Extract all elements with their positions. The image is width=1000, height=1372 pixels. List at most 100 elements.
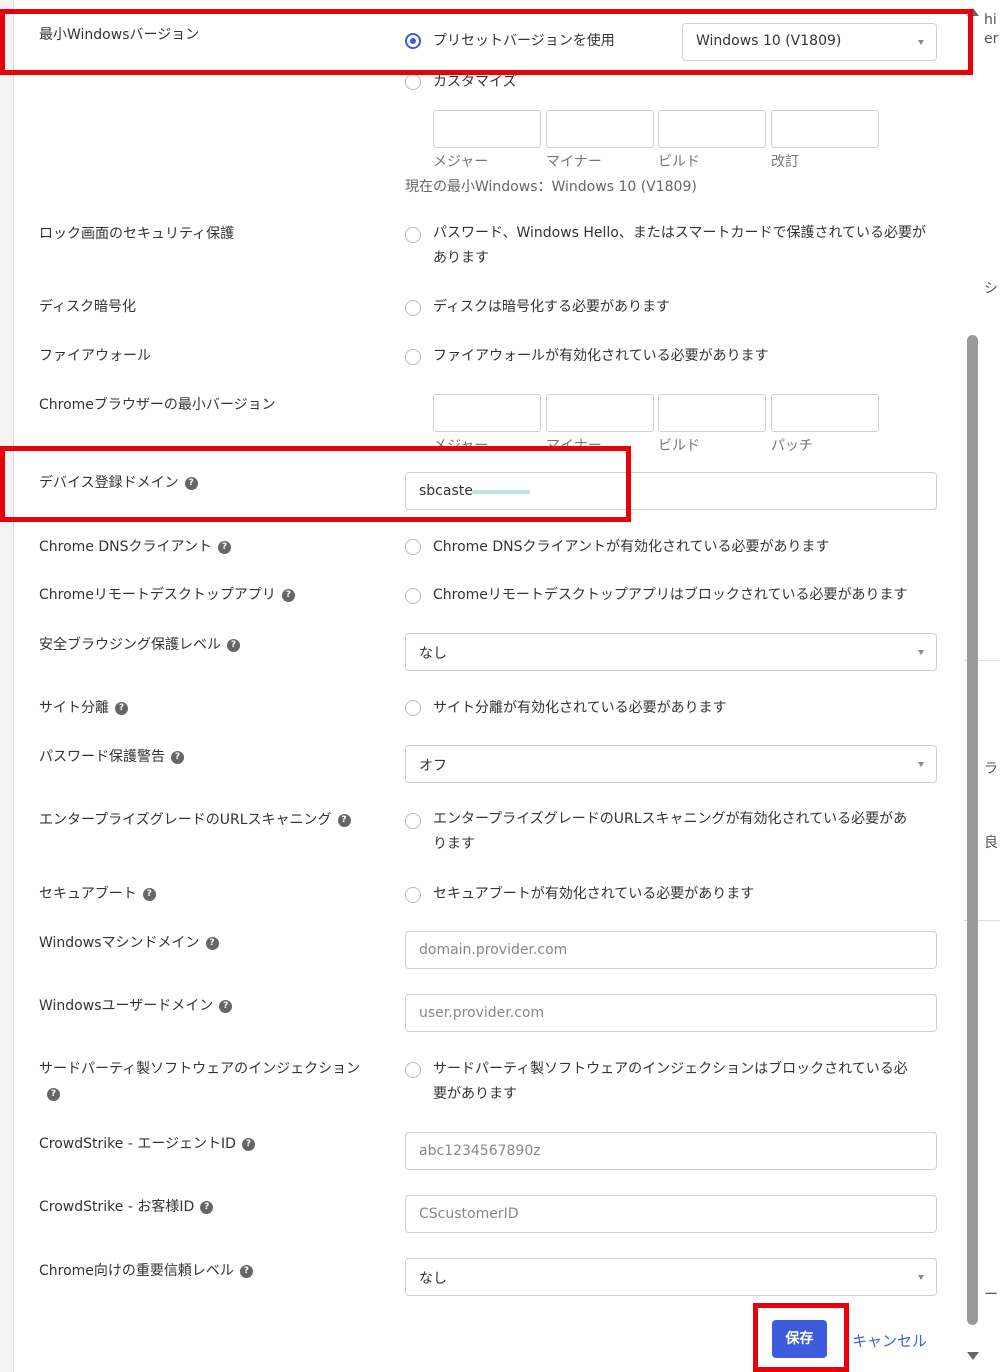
safe-browsing-select[interactable]: なし	[405, 633, 937, 671]
windows-minor-input[interactable]	[546, 110, 654, 148]
safe-browsing-label: 安全ブラウジング保護レベル?	[39, 635, 240, 655]
background-text: er	[984, 31, 999, 47]
password-warning-label: パスワード保護警告?	[39, 747, 184, 767]
help-icon[interactable]: ?	[205, 936, 219, 950]
disk-encryption-checkbox[interactable]	[405, 300, 421, 316]
help-icon[interactable]: ?	[241, 1137, 255, 1151]
third-party-label: サードパーティ製ソフトウェアのインジェクション?	[39, 1057, 379, 1107]
chrome-remote-label-text: Chromeリモートデスクトップアプリ	[39, 587, 276, 603]
password-warning-select[interactable]: オフ	[405, 745, 937, 783]
site-isolation-label-text: サイト分離	[39, 700, 109, 716]
win-machine-domain-label: Windowsマシンドメイン?	[39, 933, 219, 953]
customize-label: カスタマイズ	[433, 74, 517, 90]
background-text: ラ	[984, 761, 998, 777]
windows-build-input[interactable]	[658, 110, 766, 148]
third-party-label-text: サードパーティ製ソフトウェアのインジェクション	[39, 1061, 361, 1077]
help-icon[interactable]: ?	[171, 750, 184, 764]
cs-agent-input[interactable]: abc1234567890z	[405, 1132, 937, 1170]
patch-caption: パッチ	[771, 438, 813, 454]
secure-boot-checkbox[interactable]	[405, 887, 421, 903]
win-user-domain-label-text: Windowsユーザードメイン	[39, 998, 214, 1014]
chrome-remote-label: Chromeリモートデスクトップアプリ?	[39, 585, 295, 605]
help-icon[interactable]: ?	[239, 1264, 253, 1278]
cs-agent-label-text: CrowdStrike - エージェントID	[39, 1136, 236, 1152]
lock-screen-option: パスワード、Windows Hello、またはスマートカードで保護されている必要…	[433, 225, 927, 266]
scroll-down-arrow-icon[interactable]	[967, 1352, 979, 1360]
win-machine-domain-label-text: Windowsマシンドメイン	[39, 935, 200, 951]
chevron-down-icon	[918, 762, 924, 767]
help-icon[interactable]: ?	[142, 887, 156, 901]
background-text: ー	[984, 1287, 998, 1303]
windows-revision-input[interactable]	[771, 110, 879, 148]
chrome-trust-select[interactable]: なし	[405, 1258, 937, 1296]
win-machine-domain-input[interactable]: domain.provider.com	[405, 931, 937, 969]
help-icon[interactable]: ?	[217, 540, 231, 554]
background-text: シ	[984, 281, 998, 297]
site-isolation-label: サイト分離?	[39, 698, 128, 718]
help-icon[interactable]: ?	[281, 588, 295, 602]
safe-browsing-value: なし	[419, 646, 447, 662]
chevron-down-icon	[918, 650, 924, 655]
minor-caption: マイナー	[546, 154, 602, 170]
chrome-remote-checkbox[interactable]	[405, 588, 421, 604]
highlight-save-button	[753, 1303, 849, 1372]
third-party-checkbox[interactable]	[405, 1062, 421, 1078]
enterprise-url-checkbox[interactable]	[405, 813, 421, 829]
windows-major-input[interactable]	[433, 110, 541, 148]
cancel-button[interactable]: キャンセル	[852, 1330, 927, 1351]
cs-agent-placeholder: abc1234567890z	[419, 1143, 541, 1159]
secure-boot-option: セキュアブートが有効化されている必要があります	[433, 886, 755, 902]
current-min-windows: 現在の最小Windows：Windows 10 (V1809)	[405, 179, 697, 195]
chrome-build-input[interactable]	[658, 394, 766, 432]
revision-caption: 改訂	[771, 154, 799, 170]
help-icon[interactable]: ?	[337, 813, 351, 827]
firewall-checkbox[interactable]	[405, 349, 421, 365]
safe-browsing-label-text: 安全ブラウジング保護レベル	[39, 637, 221, 653]
password-warning-value: オフ	[419, 758, 447, 774]
disk-encryption-option: ディスクは暗号化する必要があります	[433, 299, 671, 315]
help-icon[interactable]: ?	[219, 999, 233, 1013]
chrome-minor-input[interactable]	[546, 394, 654, 432]
site-isolation-option: サイト分離が有効化されている必要があります	[433, 700, 727, 716]
chrome-patch-input[interactable]	[771, 394, 879, 432]
help-icon[interactable]: ?	[200, 1200, 214, 1214]
chrome-dns-label: Chrome DNSクライアント?	[39, 537, 231, 557]
chrome-remote-option: Chromeリモートデスクトップアプリはブロックされている必要があります	[433, 587, 908, 603]
chrome-trust-label-text: Chrome向けの重要信頼レベル	[39, 1263, 234, 1279]
site-isolation-checkbox[interactable]	[405, 700, 421, 716]
enterprise-url-label: エンタープライズグレードのURLスキャニング?	[39, 810, 351, 830]
build-caption: ビルド	[658, 438, 700, 454]
help-icon[interactable]: ?	[227, 638, 240, 652]
password-warning-label-text: パスワード保護警告	[39, 749, 165, 765]
firewall-option: ファイアウォールが有効化されている必要があります	[433, 348, 769, 364]
secure-boot-label-text: セキュアブート	[39, 886, 137, 902]
highlight-device-domain	[0, 446, 631, 522]
cs-customer-label-text: CrowdStrike - お客様ID	[39, 1199, 195, 1215]
help-icon[interactable]: ?	[47, 1087, 60, 1101]
highlight-min-windows	[0, 9, 973, 75]
disk-encryption-label: ディスク暗号化	[39, 299, 137, 315]
cs-customer-label: CrowdStrike - お客様ID?	[39, 1197, 214, 1217]
chrome-dns-checkbox[interactable]	[405, 539, 421, 555]
customize-radio[interactable]	[405, 74, 421, 90]
chrome-major-input[interactable]	[433, 394, 541, 432]
enterprise-url-label-text: エンタープライズグレードのURLスキャニング	[39, 812, 332, 828]
win-user-domain-label: Windowsユーザードメイン?	[39, 996, 233, 1016]
enterprise-url-option: エンタープライズグレードのURLスキャニングが有効化されている必要があります	[433, 811, 908, 852]
cs-customer-input[interactable]: CScustomerID	[405, 1195, 937, 1233]
scroll-thumb[interactable]	[967, 335, 978, 1325]
dialog-left-edge	[0, 0, 14, 1372]
lock-screen-checkbox[interactable]	[405, 227, 421, 243]
cs-agent-label: CrowdStrike - エージェントID?	[39, 1134, 255, 1154]
win-user-domain-input[interactable]: user.provider.com	[405, 994, 937, 1032]
build-caption: ビルド	[658, 154, 700, 170]
help-icon[interactable]: ?	[115, 701, 128, 715]
chevron-down-icon	[918, 1275, 924, 1280]
win-machine-domain-placeholder: domain.provider.com	[419, 942, 568, 958]
chrome-trust-label: Chrome向けの重要信頼レベル?	[39, 1261, 253, 1281]
chrome-trust-value: なし	[419, 1271, 447, 1287]
scrollbar[interactable]	[964, 0, 982, 1372]
secure-boot-label: セキュアブート?	[39, 884, 156, 904]
chrome-dns-label-text: Chrome DNSクライアント	[39, 539, 212, 555]
chrome-min-version-label: Chromeブラウザーの最小バージョン	[39, 397, 276, 413]
